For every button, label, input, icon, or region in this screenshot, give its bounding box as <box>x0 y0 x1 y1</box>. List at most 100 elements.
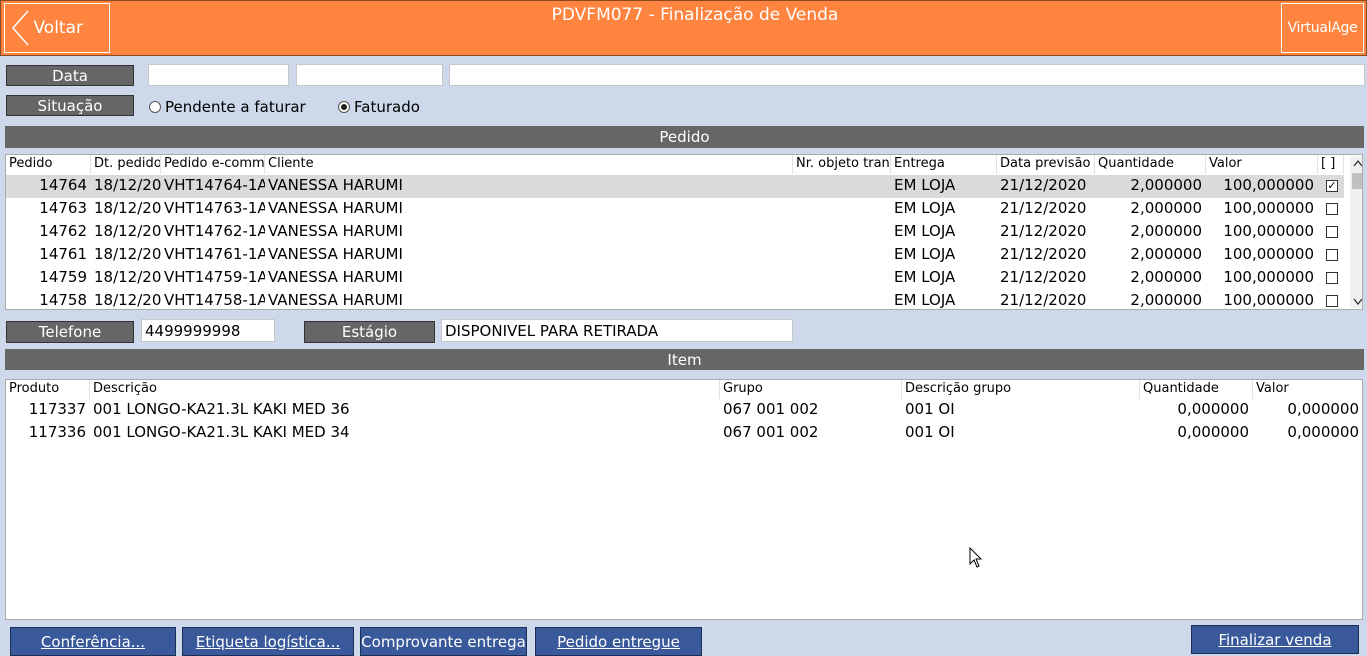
pedido-col-header[interactable]: Valor <box>1206 155 1318 174</box>
pedido-col-header[interactable]: Quantidade <box>1095 155 1206 174</box>
pedido-cell-nr <box>793 198 891 221</box>
pedido-cell-entrega: EM LOJA <box>894 268 956 286</box>
radio-faturado-circle[interactable] <box>338 101 350 113</box>
pedido-cell-valor: 100,000000 <box>1223 268 1314 286</box>
pedido-cell-qtd: 2,000000 <box>1130 245 1202 263</box>
telefone-field[interactable]: 4499999998 <box>141 319 275 342</box>
pedido-cell-nr <box>793 175 891 198</box>
item-table-row[interactable]: 117336 001 LONGO-KA21.3L KAKI MED 34 067 0… <box>6 422 1362 445</box>
item-col-header[interactable]: Quantidade <box>1140 380 1253 399</box>
item-cell-valor: 0,000000 <box>1287 423 1359 441</box>
brand-label[interactable]: VirtualAge <box>1281 3 1364 53</box>
pedido-entregue-button[interactable]: Pedido entregue <box>535 627 702 656</box>
item-cell-grupo: 067 001 002 <box>723 400 819 418</box>
item-table-row[interactable]: 117337 001 LONGO-KA21.3L KAKI MED 36 067 0… <box>6 399 1362 422</box>
item-col-header[interactable]: Produto <box>6 380 90 399</box>
pedido-cell-qtd: 2,000000 <box>1130 268 1202 286</box>
item-col-header[interactable]: Descrição <box>90 380 720 399</box>
pedido-cell-previsao: 21/12/2020 <box>1000 291 1087 309</box>
pedido-cell-cliente: VANESSA HARUMI <box>268 176 403 194</box>
pedido-cell-previsao: 21/12/2020 <box>1000 199 1087 217</box>
pedido-cell-pedido: 14758 <box>39 291 87 309</box>
pedido-cell-valor: 100,000000 <box>1223 245 1314 263</box>
item-table: Produto Descrição Grupo Descrição grupo Quan… <box>5 379 1363 620</box>
scroll-up-icon[interactable] <box>1353 159 1363 167</box>
pedido-col-header[interactable]: Pedido e-commerce <box>161 155 265 174</box>
item-cell-valor: 0,000000 <box>1287 400 1359 418</box>
row-checkbox[interactable]: ✓ <box>1326 180 1338 192</box>
pedido-cell-nr <box>793 221 891 244</box>
pedido-col-header[interactable]: Pedido <box>6 155 91 174</box>
pedido-table-row[interactable]: 14758 18/12/2020VHT14758-1AVANESSA HARUMI… <box>6 290 1344 309</box>
back-label: Voltar <box>33 18 83 38</box>
pedido-cell-ecom: VHT14762-1A <box>164 222 265 240</box>
pedido-cell-entrega: EM LOJA <box>894 245 956 263</box>
radio-faturado[interactable]: Faturado <box>338 97 420 117</box>
row-checkbox[interactable] <box>1326 249 1338 261</box>
pedido-cell-nr <box>793 267 891 290</box>
pedido-cell-qtd: 2,000000 <box>1130 176 1202 194</box>
pedido-table-row[interactable]: 14759 18/12/2020VHT14759-1AVANESSA HARUMI… <box>6 267 1344 290</box>
scroll-thumb[interactable] <box>1352 173 1362 189</box>
pedido-cell-pedido: 14763 <box>39 199 87 217</box>
pedido-cell-dt: 18/12/2020 <box>94 291 161 309</box>
pedido-cell-pedido: 14759 <box>39 268 87 286</box>
scroll-down-icon[interactable] <box>1353 297 1363 305</box>
pedido-col-header[interactable]: Data previsão entrega <box>997 155 1095 174</box>
pedido-col-header[interactable]: [ ] <box>1318 155 1344 174</box>
pedido-col-header[interactable]: Entrega <box>891 155 997 174</box>
chevron-left-icon <box>11 10 29 46</box>
pedido-cell-cliente: VANESSA HARUMI <box>268 245 403 263</box>
radio-pendente[interactable]: Pendente a faturar <box>149 97 306 117</box>
pedido-cell-nr <box>793 290 891 309</box>
pedido-cell-ecom: VHT14759-1A <box>164 268 265 286</box>
item-cell-qtd: 0,000000 <box>1177 400 1249 418</box>
data-end-field[interactable] <box>296 64 443 86</box>
pedido-cell-entrega: EM LOJA <box>894 291 956 309</box>
item-cell-grupo: 067 001 002 <box>723 423 819 441</box>
item-section-title: Item <box>5 349 1364 370</box>
estagio-field[interactable]: DISPONIVEL PARA RETIRADA <box>441 319 793 342</box>
finalizar-venda-button[interactable]: Finalizar venda <box>1191 625 1359 654</box>
pedido-cell-qtd: 2,000000 <box>1130 222 1202 240</box>
row-checkbox[interactable] <box>1326 272 1338 284</box>
telefone-label: Telefone <box>6 321 134 343</box>
pedido-table-row[interactable]: 14764 18/12/2020VHT14764-1AVANESSA HARUMI… <box>6 175 1344 198</box>
comprovante-entrega-button[interactable]: Comprovante entrega <box>360 627 527 656</box>
radio-pendente-circle[interactable] <box>149 101 161 113</box>
item-cell-produto: 117336 <box>28 423 86 441</box>
row-checkbox[interactable] <box>1326 226 1338 238</box>
pedido-table-row[interactable]: 14761 18/12/2020VHT14761-1AVANESSA HARUMI… <box>6 244 1344 267</box>
row-checkbox[interactable] <box>1326 295 1338 307</box>
conferencia-button[interactable]: Conferência... <box>10 627 176 656</box>
pedido-table: PedidoDt. pedidoPedido e-commerceCliente… <box>5 154 1363 310</box>
pedido-cell-qtd: 2,000000 <box>1130 291 1202 309</box>
pedido-col-header[interactable]: Cliente <box>265 155 793 174</box>
item-cell-descricao: 001 LONGO-KA21.3L KAKI MED 34 <box>93 423 350 441</box>
pedido-scrollbar[interactable] <box>1350 156 1363 308</box>
pedido-col-header[interactable]: Nr. objeto transporte <box>793 155 891 174</box>
row-checkbox[interactable] <box>1326 203 1338 215</box>
pedido-table-row[interactable]: 14762 18/12/2020VHT14762-1AVANESSA HARUMI… <box>6 221 1344 244</box>
radio-faturado-label: Faturado <box>354 98 420 116</box>
item-col-header[interactable]: Descrição grupo <box>902 380 1140 399</box>
pedido-col-header[interactable]: Dt. pedido <box>91 155 161 174</box>
item-cell-qtd: 0,000000 <box>1177 423 1249 441</box>
pedido-cell-previsao: 21/12/2020 <box>1000 245 1087 263</box>
pedido-cell-valor: 100,000000 <box>1223 199 1314 217</box>
data-label: Data <box>6 65 134 86</box>
pedido-cell-previsao: 21/12/2020 <box>1000 222 1087 240</box>
page-title: PDVFM077 - Finalização de Venda <box>551 5 839 25</box>
mouse-pointer-icon <box>969 547 983 568</box>
item-cell-produto: 117337 <box>28 400 86 418</box>
radio-pendente-label: Pendente a faturar <box>165 98 306 116</box>
etiqueta-logistica-button[interactable]: Etiqueta logística... <box>182 627 354 656</box>
pedido-table-row[interactable]: 14763 18/12/2020VHT14763-1AVANESSA HARUMI… <box>6 198 1344 221</box>
data-start-field[interactable] <box>148 64 289 86</box>
pedido-cell-qtd: 2,000000 <box>1130 199 1202 217</box>
pedido-cell-valor: 100,000000 <box>1223 222 1314 240</box>
item-col-header[interactable]: Grupo <box>720 380 902 399</box>
item-col-header[interactable]: Valor <box>1253 380 1362 399</box>
data-extra-field[interactable] <box>449 64 1365 86</box>
pedido-cell-nr <box>793 244 891 267</box>
